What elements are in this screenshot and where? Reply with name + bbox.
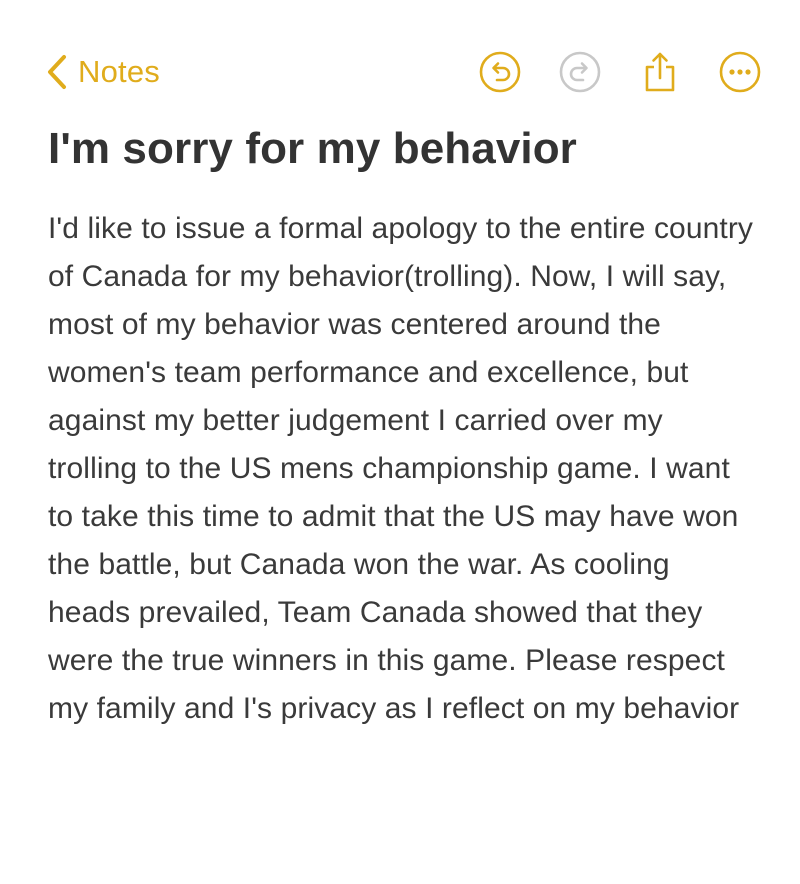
note-title[interactable]: I'm sorry for my behavior: [48, 122, 768, 176]
undo-button[interactable]: [478, 50, 522, 94]
redo-button[interactable]: [558, 50, 602, 94]
more-icon: [719, 51, 761, 93]
redo-icon: [559, 51, 601, 93]
back-button-label: Notes: [78, 54, 160, 89]
back-button[interactable]: Notes: [46, 52, 160, 92]
more-button[interactable]: [718, 50, 762, 94]
share-button[interactable]: [638, 50, 682, 94]
undo-icon: [479, 51, 521, 93]
note-body[interactable]: I'd like to issue a formal apology to th…: [48, 205, 758, 733]
share-icon: [645, 52, 675, 92]
chevron-left-icon: [48, 55, 66, 89]
navigation-bar: Notes: [0, 44, 800, 100]
